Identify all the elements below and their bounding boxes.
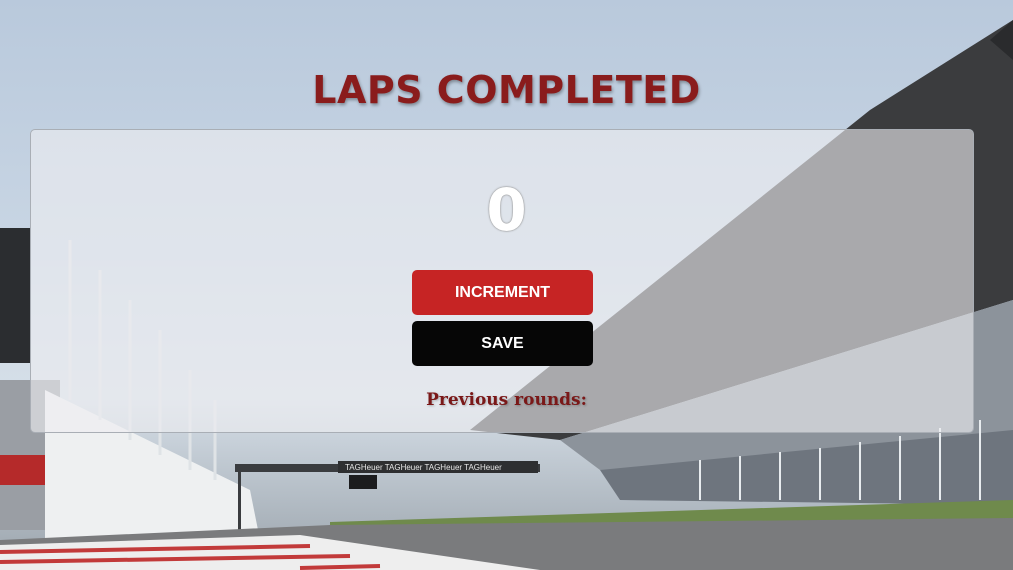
lap-count: 0: [486, 176, 527, 244]
previous-rounds-label: Previous rounds:: [426, 390, 587, 410]
increment-button[interactable]: INCREMENT: [412, 270, 593, 315]
page-title: LAPS COMPLETED: [312, 68, 701, 112]
svg-text:TAGHeuer TAGHeuer TAGHeuer: TAGHeuer TAGHeuer TAGHeuer TAGHeuer: [345, 463, 502, 472]
save-button[interactable]: SAVE: [412, 321, 593, 366]
